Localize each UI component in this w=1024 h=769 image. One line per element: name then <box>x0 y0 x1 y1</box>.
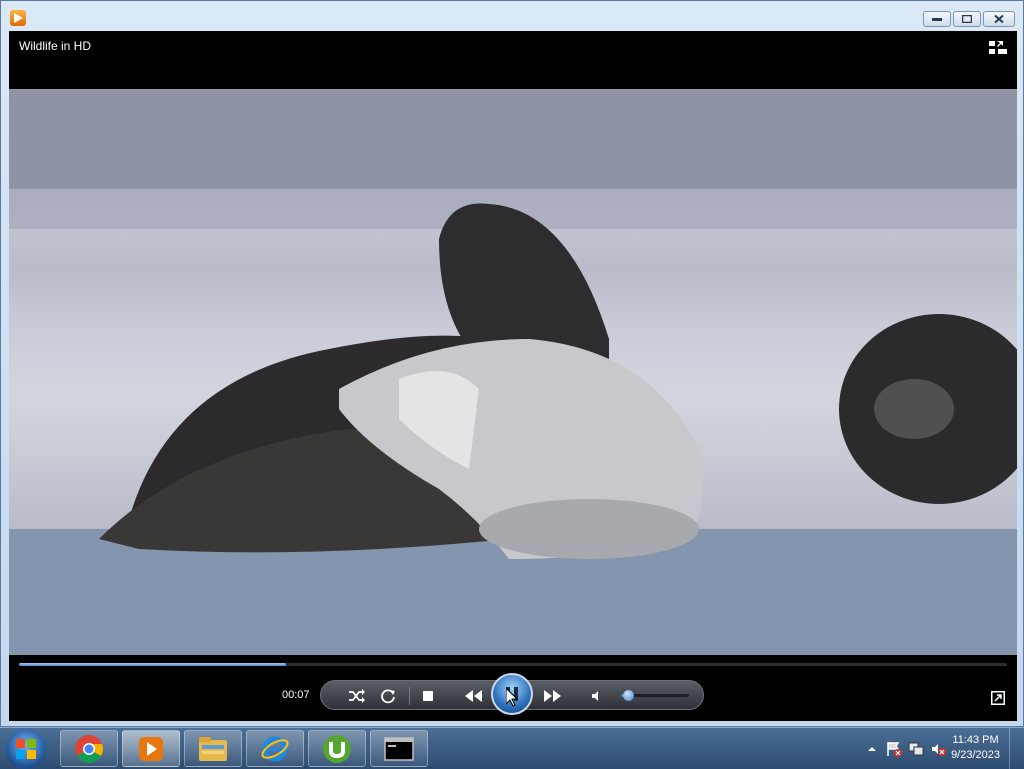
video-image <box>9 89 1017 685</box>
close-button[interactable] <box>983 11 1015 27</box>
volume-tray-button[interactable] <box>930 741 946 757</box>
taskbar-internet-explorer[interactable] <box>246 730 304 767</box>
stop-button[interactable] <box>417 685 439 707</box>
shuffle-icon <box>349 689 365 703</box>
switch-to-library-icon <box>989 41 1007 54</box>
taskbar-media-player[interactable] <box>122 730 180 767</box>
media-player-window: Wildlife in HD 00:07 <box>0 0 1024 727</box>
seek-progress <box>19 663 286 666</box>
clock-date: 9/23/2023 <box>951 749 1000 761</box>
volume-slider[interactable] <box>621 690 689 701</box>
close-icon <box>994 14 1004 24</box>
mute-button[interactable] <box>585 685 607 707</box>
show-hidden-icons-button[interactable] <box>864 741 880 757</box>
network-button[interactable] <box>908 741 924 757</box>
taskbar-chrome[interactable] <box>60 730 118 767</box>
divider <box>409 687 410 705</box>
file-explorer-icon <box>199 736 227 761</box>
network-icon <box>908 742 924 756</box>
stop-icon <box>423 691 433 701</box>
utorrent-icon <box>323 734 351 763</box>
chevron-up-icon <box>868 747 876 751</box>
taskbar: 11:43 PM 9/23/2023 <box>0 727 1024 769</box>
clock[interactable]: 11:43 PM 9/23/2023 <box>951 733 1000 763</box>
player-area[interactable]: Wildlife in HD 00:07 <box>9 31 1017 721</box>
mouse-cursor-icon <box>506 688 518 707</box>
video-frame[interactable] <box>9 89 1017 685</box>
media-player-icon <box>139 736 163 761</box>
windows-logo-icon <box>16 739 36 759</box>
previous-icon <box>465 690 482 702</box>
start-button[interactable] <box>6 729 46 769</box>
taskbar-command-prompt[interactable] <box>370 730 428 767</box>
speaker-muted-icon <box>932 744 946 756</box>
seek-bar[interactable] <box>19 663 1007 666</box>
minimize-icon <box>932 18 942 21</box>
maximize-icon <box>962 15 972 23</box>
system-tray: 11:43 PM 9/23/2023 <box>834 728 1024 769</box>
taskbar-file-explorer[interactable] <box>184 730 242 767</box>
minimize-button[interactable] <box>923 11 951 27</box>
command-prompt-icon <box>384 736 414 761</box>
next-icon <box>544 690 561 702</box>
chrome-icon <box>75 734 103 763</box>
repeat-button[interactable] <box>377 685 399 707</box>
fullscreen-button[interactable] <box>991 690 1005 705</box>
flag-warning-icon <box>887 742 902 757</box>
previous-button[interactable] <box>457 685 491 707</box>
maximize-button[interactable] <box>953 11 981 27</box>
fullscreen-icon <box>991 691 1005 705</box>
show-desktop-button[interactable] <box>1009 728 1024 769</box>
clock-time: 11:43 PM <box>952 734 999 746</box>
media-player-icon[interactable] <box>10 10 26 26</box>
next-button[interactable] <box>535 685 569 707</box>
internet-explorer-icon <box>261 736 289 761</box>
switch-to-library-button[interactable] <box>989 40 1007 54</box>
repeat-icon <box>381 689 395 704</box>
taskbar-utorrent[interactable] <box>308 730 366 767</box>
action-center-button[interactable] <box>886 741 902 757</box>
title-bar[interactable] <box>1 1 1023 31</box>
volume-thumb[interactable] <box>622 690 634 701</box>
media-title: Wildlife in HD <box>19 39 92 53</box>
current-time: 00:07 <box>282 689 310 701</box>
mute-icon <box>592 691 598 701</box>
shuffle-button[interactable] <box>345 685 367 707</box>
